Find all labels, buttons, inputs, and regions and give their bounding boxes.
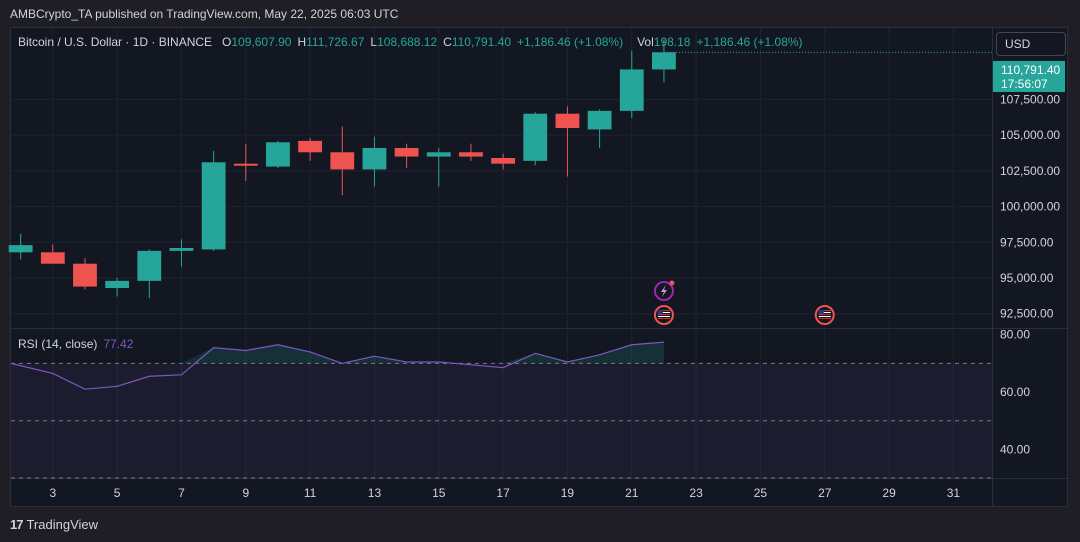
rsi-legend[interactable]: RSI (14, close) 77.42 (18, 337, 133, 351)
time-tick-label: 27 (818, 486, 832, 500)
rsi-value: 77.42 (103, 337, 134, 351)
low-value: 108,688.12 (377, 35, 438, 49)
last-price-value: 110,791.40 (1001, 63, 1061, 77)
high-value: 111,726.67 (306, 35, 365, 49)
price-tick-label: 107,500.00 (1000, 92, 1060, 106)
close-value: 110,791.40 (451, 35, 511, 49)
time-tick-label: 7 (178, 486, 185, 500)
time-tick-label: 17 (496, 486, 510, 500)
candle-body (426, 152, 451, 157)
time-tick-label: 3 (49, 486, 56, 500)
us-flag-stripe (818, 316, 831, 317)
us-flag-icon (814, 305, 835, 325)
price-tick-label: 100,000.00 (1000, 200, 1060, 214)
time-tick-label: 19 (561, 486, 575, 500)
volume-value: 198.18 (653, 35, 691, 49)
candle-body (201, 162, 226, 250)
candle-body (330, 152, 355, 170)
volume-change: +1,186.46 (+1.08%) (696, 35, 803, 49)
price-tick-label: 92,500.00 (1000, 307, 1054, 321)
rsi-tick-label: 40.00 (1000, 442, 1030, 456)
price-chart-svg[interactable]: 92,500.00 95,000.00 97,500.00 100,000.00 102… (0, 0, 1080, 542)
time-tick-label: 25 (754, 486, 768, 500)
bolt-glyph (660, 285, 667, 297)
candle-body (137, 250, 162, 281)
candle-body (587, 110, 612, 130)
bolt-dot (669, 280, 675, 286)
currency-selector[interactable]: USD (996, 32, 1066, 56)
candle-body (105, 280, 130, 288)
rsi-tick-label: 80.00 (1000, 328, 1030, 342)
time-tick-label: 29 (882, 486, 896, 500)
us-flag-canton (818, 310, 824, 314)
brand-name: TradingView (26, 517, 99, 532)
time-tick-label: 23 (689, 486, 703, 500)
ohlc-legend: Bitcoin / U.S. Dollar · 1D · BINANCE O109… (18, 35, 803, 49)
price-tick-label: 95,000.00 (1000, 271, 1054, 285)
time-tick-label: 31 (947, 486, 961, 500)
candle-body (266, 142, 290, 167)
candle-body (298, 140, 323, 153)
earnings-bolt-icon (653, 280, 675, 301)
us-flag-stripe (657, 316, 670, 317)
time-tick-label: 13 (368, 486, 382, 500)
rsi-label: RSI (14, close) (18, 337, 98, 351)
candle-body (8, 245, 33, 253)
candle-body (169, 248, 194, 251)
us-flag-icon (653, 305, 674, 325)
us-flag-stripe (818, 314, 831, 315)
candle-body (619, 69, 644, 111)
candle-body (459, 152, 483, 157)
time-tick-label: 11 (304, 486, 317, 500)
price-tick-label: 102,500.00 (1000, 164, 1060, 178)
us-flag-canton (657, 310, 663, 314)
bar-countdown: 17:56:07 (1001, 77, 1048, 91)
candle-body (362, 148, 387, 170)
change-value: +1,186.46 (+1.08%) (517, 35, 624, 49)
candle-body (233, 163, 258, 166)
candle-body (652, 52, 676, 70)
us-flag-stripe (657, 314, 670, 315)
price-tick-label: 105,000.00 (1000, 128, 1060, 142)
us-flag-stripe (818, 318, 831, 319)
candle-body (73, 263, 97, 287)
us-flag-stripe (657, 318, 670, 319)
price-tick-label: 97,500.00 (1000, 235, 1054, 249)
tradingview-logo-icon: 17 (10, 517, 24, 532)
candle-body (555, 113, 580, 128)
candle-body (394, 148, 419, 157)
last-price-tag: 110,791.40 17:56:07 (993, 61, 1065, 92)
time-tick-label: 5 (114, 486, 121, 500)
time-tick-label: 15 (432, 486, 446, 500)
candle-body (523, 113, 548, 161)
time-tick-label: 21 (625, 486, 639, 500)
rsi-tick-label: 60.00 (1000, 385, 1030, 399)
candle-body (491, 158, 516, 164)
candle-body (40, 252, 65, 264)
open-value: 109,607.90 (231, 35, 292, 49)
tradingview-brand[interactable]: 17 TradingView (10, 517, 98, 532)
time-tick-label: 9 (242, 486, 249, 500)
symbol-label[interactable]: Bitcoin / U.S. Dollar · 1D · BINANCE (18, 35, 212, 49)
